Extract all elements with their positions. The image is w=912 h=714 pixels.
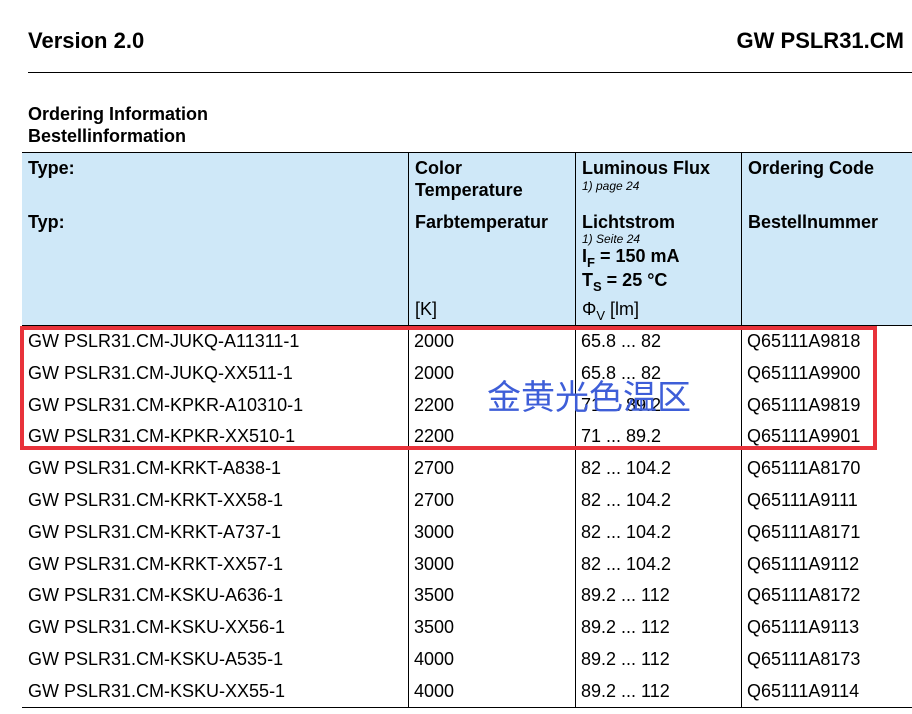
header-flux-unit: ΦV [lm] [582, 299, 640, 323]
cell-luminous-flux: 82 ... 104.2 [581, 553, 672, 574]
header-color-de: Farbtemperatur [415, 212, 549, 232]
cell-type: GW PSLR31.CM-KRKT-A737-1 [28, 521, 282, 542]
cell-color-temp: 3000 [414, 553, 455, 574]
cell-luminous-flux: 89.2 ... 112 [581, 585, 670, 606]
section-title-en: Ordering Information [28, 104, 208, 124]
section-title: Ordering Information Bestellinformation [28, 103, 208, 147]
table-row: GW PSLR31.CM-KSKU-A636-1 3500 89.2 ... 112… [22, 579, 912, 611]
table-row: GW PSLR31.CM-KSKU-XX56-1 3500 89.2 ... 112… [22, 611, 912, 643]
cell-type: GW PSLR31.CM-KRKT-XX58-1 [28, 489, 284, 510]
header-flux-de: Lichtstrom [582, 212, 676, 232]
header-col-ordering-code: Ordering Code Bestellnummer [741, 153, 912, 325]
table-row: GW PSLR31.CM-KSKU-XX55-1 4000 89.2 ... 112… [22, 675, 912, 707]
cell-type: GW PSLR31.CM-KSKU-XX55-1 [28, 680, 286, 701]
table-row: GW PSLR31.CM-KRKT-A838-1 2700 82 ... 104.2… [22, 452, 912, 484]
cell-ordering-code: Q65111A9114 [747, 680, 860, 701]
product-name: GW PSLR31.CM [736, 28, 904, 53]
header-col-color-temp: Color Temperature Farbtemperatur [K] [408, 153, 575, 325]
cell-ordering-code: Q65111A9112 [747, 553, 860, 574]
annotation-label: 金黄光色温区 [487, 378, 691, 418]
cell-type: GW PSLR31.CM-KRKT-XX57-1 [28, 553, 284, 574]
header-code-de: Bestellnummer [748, 212, 879, 232]
header-col-type: Type: Typ: [22, 153, 408, 325]
cell-color-temp: 4000 [414, 648, 455, 669]
table-bottom-rule [22, 707, 912, 708]
cell-type: GW PSLR31.CM-KSKU-XX56-1 [28, 617, 286, 638]
cell-ordering-code: Q65111A9111 [747, 489, 858, 510]
header-flux-note-en: 1) page 24 [582, 179, 640, 193]
header-col-luminous-flux: Luminous Flux 1) page 24 Lichtstrom 1) S… [575, 153, 742, 325]
table-header: Type: Typ: Color Temperature Farbtempera… [22, 152, 912, 326]
cell-luminous-flux: 89.2 ... 112 [581, 680, 670, 701]
cell-ordering-code: Q65111A8173 [747, 648, 861, 669]
cell-color-temp: 3500 [414, 617, 455, 638]
cell-luminous-flux: 82 ... 104.2 [581, 458, 672, 479]
cell-ordering-code: Q65111A8172 [747, 585, 861, 606]
header-flux-condition-current: IF = 150 mA [582, 246, 680, 270]
header-flux-condition-temp: TS = 25 °C [582, 270, 668, 294]
cell-color-temp: 4000 [414, 680, 455, 701]
header-color-en-2: Temperature [415, 180, 523, 200]
cell-luminous-flux: 89.2 ... 112 [581, 617, 670, 638]
section-title-de: Bestellinformation [28, 126, 187, 146]
table-row: GW PSLR31.CM-KRKT-A737-1 3000 82 ... 104.2… [22, 516, 912, 548]
cell-color-temp: 3000 [414, 521, 455, 542]
cell-type: GW PSLR31.CM-KSKU-A535-1 [28, 648, 284, 669]
highlight-box [20, 326, 877, 450]
header-flux-note-de: 1) Seite 24 [582, 232, 641, 246]
cell-ordering-code: Q65111A8170 [747, 458, 861, 479]
header-color-en-1: Color [415, 158, 462, 178]
cell-color-temp: 2700 [414, 489, 455, 510]
table-row: GW PSLR31.CM-KSKU-A535-1 4000 89.2 ... 112… [22, 643, 912, 675]
table-row: GW PSLR31.CM-KRKT-XX58-1 2700 82 ... 104.2… [22, 484, 912, 516]
cell-ordering-code: Q65111A8171 [747, 521, 861, 542]
cell-color-temp: 3500 [414, 585, 455, 606]
header-color-unit: [K] [415, 299, 438, 319]
cell-type: GW PSLR31.CM-KRKT-A838-1 [28, 458, 282, 479]
cell-luminous-flux: 89.2 ... 112 [581, 648, 670, 669]
header-divider [28, 72, 912, 73]
header-flux-en: Luminous Flux [582, 158, 710, 178]
cell-luminous-flux: 82 ... 104.2 [581, 489, 672, 510]
document-version: Version 2.0 [28, 28, 145, 53]
header-code-en: Ordering Code [748, 158, 875, 178]
header-type-de: Typ: [28, 212, 65, 232]
cell-ordering-code: Q65111A9113 [747, 617, 860, 638]
table-row: GW PSLR31.CM-KRKT-XX57-1 3000 82 ... 104.2… [22, 548, 912, 580]
cell-color-temp: 2700 [414, 458, 455, 479]
cell-luminous-flux: 82 ... 104.2 [581, 521, 672, 542]
cell-type: GW PSLR31.CM-KSKU-A636-1 [28, 585, 284, 606]
header-type-en: Type: [28, 158, 75, 178]
